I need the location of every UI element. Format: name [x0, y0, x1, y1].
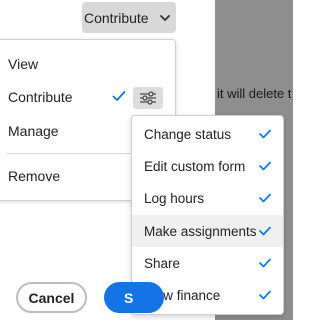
sliders-icon	[140, 91, 156, 105]
submenu-item-label: Edit custom form	[144, 158, 246, 174]
menu-item-view[interactable]: View	[8, 56, 38, 72]
menu-item-manage[interactable]: Manage	[8, 123, 59, 139]
submenu-item-label: Log hours	[144, 190, 205, 206]
checkmark-icon	[259, 258, 271, 268]
submenu-item-label: Make assignments	[144, 223, 257, 239]
cancel-button[interactable]: Cancel	[16, 282, 87, 313]
permission-dropdown-trigger[interactable]: Contribute	[82, 2, 176, 33]
submenu-item-edit-custom-form[interactable]: Edit custom form	[132, 150, 283, 182]
chevron-down-icon	[159, 14, 170, 21]
submenu-item-share[interactable]: Share	[132, 247, 283, 279]
checkmark-icon	[259, 193, 271, 203]
menu-item-contribute[interactable]: Contribute	[8, 89, 73, 105]
submenu-item-make-assignments[interactable]: Make assignments	[132, 215, 283, 247]
save-button[interactable]: S	[104, 282, 164, 313]
checkmark-icon	[259, 129, 271, 139]
menu-item-remove[interactable]: Remove	[8, 168, 60, 184]
submenu-item-label: Share	[144, 255, 181, 271]
advanced-settings-button[interactable]	[133, 87, 163, 109]
checkmark-icon	[259, 290, 271, 300]
checkmark-icon	[259, 226, 271, 236]
submenu-item-change-status[interactable]: Change status	[132, 118, 283, 150]
permission-dropdown-label: Contribute	[84, 9, 149, 26]
submenu-item-label: Change status	[144, 126, 232, 142]
checkmark-icon	[259, 161, 271, 171]
submenu-item-log-hours[interactable]: Log hours	[132, 182, 283, 214]
checkmark-icon	[112, 91, 126, 101]
background-dialog-text: it will delete t	[217, 86, 292, 101]
